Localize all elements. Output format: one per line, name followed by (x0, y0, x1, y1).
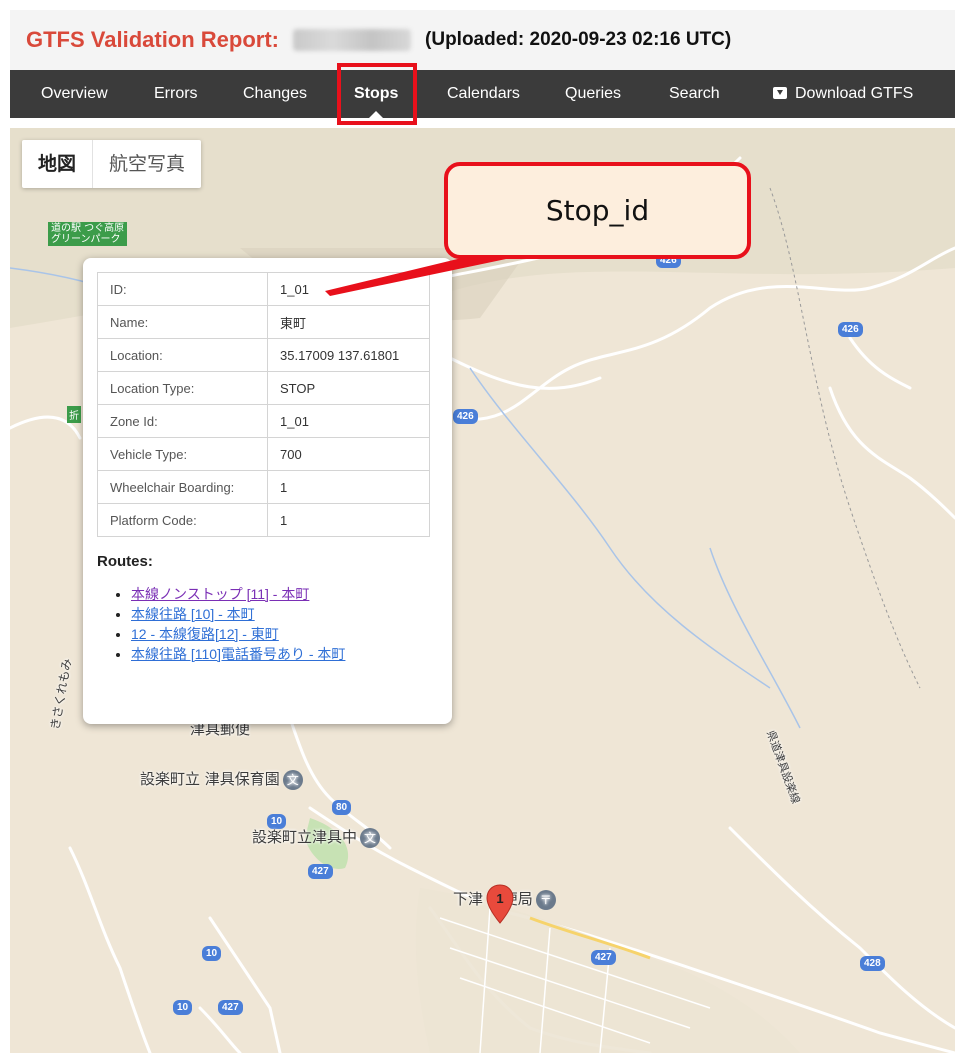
post-office-icon: 〒 (535, 889, 556, 910)
stops-highlight-box (337, 63, 417, 125)
map[interactable]: 地図 航空写真 道の駅 つぐ高原 グリーンパーク 折 426 426 426 8… (10, 128, 955, 1053)
row-key: Location Type: (97, 371, 268, 405)
marker-label: 1 (496, 891, 503, 906)
nav-search[interactable]: Search (669, 70, 720, 118)
table-row: Name: 東町 (97, 305, 430, 339)
row-key: Wheelchair Boarding: (97, 470, 268, 504)
route-badge-10: 10 (173, 1000, 193, 1015)
nav-bar: Overview Errors Changes Stops Calendars … (10, 70, 955, 118)
map-type-map-button[interactable]: 地図 (22, 140, 94, 188)
nav-errors[interactable]: Errors (154, 70, 198, 118)
school-icon: 文 (360, 827, 381, 848)
route-link[interactable]: 12 - 本線復路[12] - 東町 (131, 626, 279, 642)
route-link[interactable]: 本線往路 [110]電話番号あり - 本町 (131, 646, 345, 662)
table-row: Location: 35.17009 137.61801 (97, 338, 430, 372)
michi-no-eki-label: 道の駅 つぐ高原 グリーンパーク (48, 222, 128, 246)
page: GTFS Validation Report: (Uploaded: 2020-… (0, 0, 955, 1053)
table-row: Vehicle Type: 700 (97, 437, 430, 471)
stop-info-window: ID: 1_01 Name: 東町 Location: 35.17009 137.61… (83, 258, 452, 724)
nursery-label-text: 設楽町立 津具保育園 (140, 770, 280, 788)
row-key: Vehicle Type: (97, 437, 268, 471)
nav-queries[interactable]: Queries (565, 70, 621, 118)
table-row: ID: 1_01 (97, 272, 430, 306)
school-icon: 文 (282, 769, 303, 790)
routes-list: 本線ノンストップ [11] - 本町 本線往路 [10] - 本町 12 - 本… (131, 584, 430, 664)
route-badge-426: 426 (838, 322, 863, 337)
route-badge-426: 426 (453, 409, 478, 424)
stop-id-callout: Stop_id (444, 162, 751, 259)
row-key: ID: (97, 272, 268, 306)
row-key: Platform Code: (97, 503, 268, 537)
row-value: 700 (267, 437, 430, 471)
route-link[interactable]: 本線ノンストップ [11] - 本町 (131, 586, 309, 602)
row-value: 1_01 (267, 272, 430, 306)
nav-overview[interactable]: Overview (41, 70, 108, 118)
row-value: 1 (267, 503, 430, 537)
route-badge-10: 10 (202, 946, 222, 961)
table-row: Zone Id: 1_01 (97, 404, 430, 438)
route-link[interactable]: 本線往路 [10] - 本町 (131, 606, 255, 622)
ori-label: 折 (67, 406, 81, 423)
map-type-satellite-button[interactable]: 航空写真 (93, 140, 201, 188)
route-badge-80: 80 (332, 800, 352, 815)
list-item: 本線往路 [110]電話番号あり - 本町 (131, 644, 430, 664)
stop-details-table: ID: 1_01 Name: 東町 Location: 35.17009 137.61… (97, 272, 430, 537)
row-key: Location: (97, 338, 268, 372)
row-value: 35.17009 137.61801 (267, 338, 430, 372)
row-key: Zone Id: (97, 404, 268, 438)
route-badge-427: 427 (308, 864, 333, 879)
middle-school-label: 設楽町立津具中文 (252, 826, 381, 848)
upload-timestamp: (Uploaded: 2020-09-23 02:16 UTC) (425, 29, 732, 50)
download-icon (773, 87, 787, 99)
row-value: 東町 (267, 305, 430, 339)
row-value: 1 (267, 470, 430, 504)
stop-marker[interactable]: 1 (486, 884, 514, 924)
map-type-control: 地図 航空写真 (22, 140, 202, 188)
row-value: 1_01 (267, 404, 430, 438)
route-badge-427: 427 (218, 1000, 243, 1015)
table-row: Wheelchair Boarding: 1 (97, 470, 430, 504)
nav-calendars[interactable]: Calendars (447, 70, 520, 118)
row-key: Name: (97, 305, 268, 339)
row-value: STOP (267, 371, 430, 405)
table-row: Location Type: STOP (97, 371, 430, 405)
route-badge-427: 427 (591, 950, 616, 965)
list-item: 本線ノンストップ [11] - 本町 (131, 584, 430, 604)
middle-school-label-text: 設楽町立津具中 (252, 828, 358, 846)
table-row: Platform Code: 1 (97, 503, 430, 537)
list-item: 本線往路 [10] - 本町 (131, 604, 430, 624)
nav-download-label: Download GTFS (795, 85, 914, 102)
report-header: GTFS Validation Report: (Uploaded: 2020-… (10, 10, 955, 70)
blurred-feed-name (293, 29, 412, 51)
report-title: GTFS Validation Report: (26, 27, 280, 52)
routes-heading: Routes: (97, 553, 153, 570)
list-item: 12 - 本線復路[12] - 東町 (131, 624, 430, 644)
nav-download-gtfs[interactable]: Download GTFS (773, 70, 913, 118)
route-badge-428: 428 (860, 956, 885, 971)
nav-changes[interactable]: Changes (243, 70, 307, 118)
nursery-label: 設楽町立 津具保育園文 (140, 768, 303, 790)
